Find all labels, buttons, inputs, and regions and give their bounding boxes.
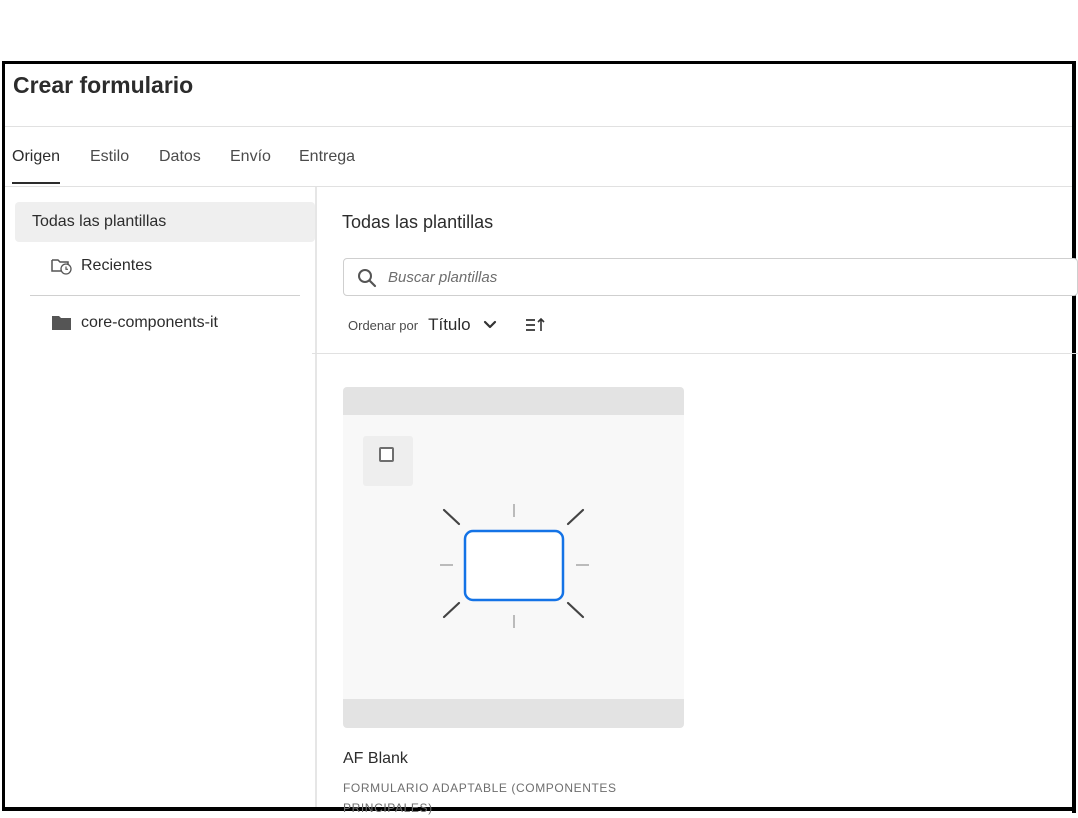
blank-form-icon <box>440 504 589 628</box>
header-divider <box>5 126 1074 127</box>
search-placeholder: Buscar plantillas <box>388 269 498 286</box>
template-card[interactable] <box>343 387 684 728</box>
sidebar: Todas las plantillas Recientes core-comp… <box>5 187 315 810</box>
sort-field-dropdown[interactable]: Título <box>428 315 471 335</box>
sort-label: Ordenar por <box>348 317 419 333</box>
sidebar-separator <box>30 295 300 296</box>
sort-bar: Ordenar por Título <box>348 315 547 335</box>
toolbar-divider <box>312 353 1078 354</box>
chevron-down-icon[interactable] <box>483 320 497 330</box>
page-title: Crear formulario <box>13 72 194 98</box>
card-checkbox[interactable] <box>379 447 394 462</box>
sort-direction-icon[interactable] <box>525 317 547 333</box>
recent-folder-icon <box>51 259 72 275</box>
tab-datos[interactable]: Datos <box>159 148 201 166</box>
tab-envio[interactable]: Envío <box>230 148 271 166</box>
sidebar-item-all-templates[interactable]: Todas las plantillas <box>15 202 315 242</box>
main-title: Todas las plantillas <box>342 212 494 232</box>
folder-icon <box>52 316 71 330</box>
template-card-preview <box>343 415 684 699</box>
tab-entrega[interactable]: Entrega <box>299 148 355 166</box>
search-input[interactable]: Buscar plantillas <box>343 258 1078 296</box>
sidebar-item-label: Todas las plantillas <box>32 213 167 230</box>
active-tab-indicator <box>12 182 60 184</box>
sidebar-divider <box>315 187 317 810</box>
tab-origen[interactable]: Origen <box>12 148 60 166</box>
sidebar-item-core-components-it[interactable]: core-components-it <box>51 314 218 332</box>
card-checkbox-wrap[interactable] <box>363 436 413 486</box>
sidebar-item-label: core-components-it <box>81 314 218 331</box>
template-card-type: FORMULARIO ADAPTABLE (COMPONENTES PRINCI… <box>343 781 617 815</box>
template-card-name: AF Blank <box>343 750 408 767</box>
sidebar-item-recientes[interactable]: Recientes <box>51 257 152 275</box>
tab-estilo[interactable]: Estilo <box>90 148 129 166</box>
frame-border-right <box>1072 61 1076 813</box>
sidebar-item-label: Recientes <box>81 257 153 274</box>
search-icon <box>358 269 377 288</box>
